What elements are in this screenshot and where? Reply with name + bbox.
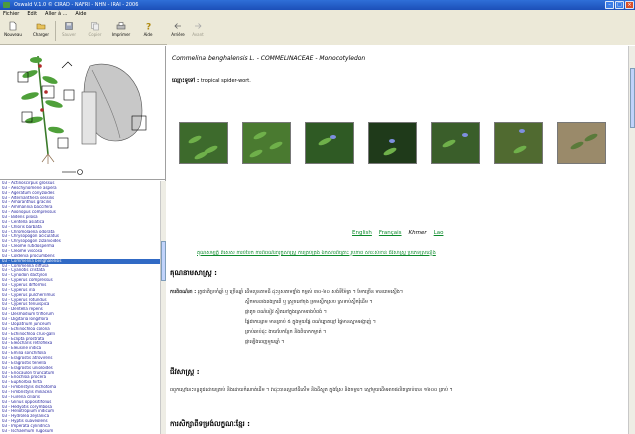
minimize-button[interactable]: – [605, 1, 614, 9]
language-links: English Français Khmer Lao [352, 230, 443, 236]
menu-edit[interactable]: Edit [27, 10, 37, 18]
section-heading: គុណនាមសាស្ត្រ : [170, 269, 217, 277]
window-title: Oswald V.1.0 © CIRAD - NAFRI - NHN - IRA… [14, 2, 139, 8]
forward-button[interactable]: Avant [187, 20, 209, 43]
new-file-icon [9, 21, 17, 31]
section-paragraph: ផ្លែជាកន្សោម មានគ្រាប់ ៥ ក្នុងមួយផ្លែ ពណ… [245, 320, 376, 325]
save-button[interactable]: Sauver [58, 20, 80, 43]
section-heading: ការសិក្សាពីទម្រង់លក្ខណៈខ្មែរ : [170, 420, 250, 428]
copy-button[interactable]: Copier [84, 20, 106, 43]
photo-thumbnail[interactable] [179, 122, 228, 164]
menu-file[interactable]: Fichier [3, 10, 19, 18]
common-name-value: tropical spider-wort. [200, 78, 251, 84]
plant-diagram[interactable] [0, 46, 166, 180]
photo-thumbnails [179, 122, 619, 166]
paragraph-text: រុក្ខជាតិប្រចាំឆ្នាំ ឬ ច្រើនឆ្នាំ ដើមលូន… [197, 290, 404, 295]
section-heading: ជីវសាស្ត្រ : [170, 368, 200, 376]
toolbar-separator [55, 21, 56, 41]
species-title: Commelina benghalensis L. - COMMELINACEA… [172, 55, 366, 62]
window-controls: – □ × [605, 1, 634, 9]
list-item[interactable]: 03 - Ischaemum rugosum [0, 429, 166, 434]
photo-thumbnail[interactable] [242, 122, 291, 164]
photo-thumbnail[interactable] [431, 122, 480, 164]
print-button[interactable]: Imprimer [110, 20, 132, 43]
help-icon: ? [146, 23, 151, 32]
section-paragraph: ផ្កាឡើងពេញមួយឆ្នាំ ។ [245, 340, 285, 345]
close-button[interactable]: × [625, 1, 634, 9]
open-folder-icon [36, 23, 46, 30]
app-icon [3, 2, 10, 8]
content-scrollbar[interactable] [628, 46, 635, 434]
section-paragraph: ផ្កាតូច ពណ៌ខៀវ ស្ថិតនៅក្នុងស្រោមរាងបំពង់… [245, 310, 327, 315]
species-list[interactable]: 03 - Actinoscirpus grossus 03 - Aeschynom… [0, 181, 166, 434]
svg-text:?: ? [146, 23, 151, 32]
back-button[interactable]: Arrière [167, 20, 189, 43]
common-name: ឈ្មោះទូទៅ : tropical spider-wort. [172, 77, 251, 85]
section-links[interactable]: គុណសម្បត្តិ ពិសេស ការបំបែក ការពិពណ៌នារុក… [197, 250, 617, 257]
section-paragraph: ការពិពណ៌នា : រុក្ខជាតិប្រចាំឆ្នាំ ឬ ច្រើ… [170, 288, 618, 298]
left-panel: 03 - Actinoscirpus grossus 03 - Aeschynom… [0, 46, 166, 434]
photo-thumbnail[interactable] [368, 122, 417, 164]
lang-current-khmer: Khmer [408, 230, 427, 236]
open-button[interactable]: Charger [30, 20, 52, 43]
plant-drawing-icon [17, 55, 147, 175]
help-button[interactable]: ? Aide [137, 20, 159, 43]
menu-help[interactable]: Aide [75, 10, 86, 18]
menu-bar: Fichier Edit Aller à ... Aide [0, 10, 635, 18]
paragraph-lead: ការពិពណ៌នា : [170, 290, 197, 295]
window-titlebar: Oswald V.1.0 © CIRAD - NAFRI - NHN - IRA… [0, 0, 635, 10]
arrow-right-icon [195, 23, 202, 29]
photo-thumbnail[interactable] [494, 122, 543, 164]
scrollbar-thumb[interactable] [630, 68, 635, 128]
arrow-left-icon [174, 23, 181, 29]
photo-thumbnail[interactable] [305, 122, 354, 164]
list-scrollbar[interactable] [160, 181, 166, 434]
section-paragraph: គ្រាប់ឆាប់ដុះ ងាយបែកខ្ញែក និងពិបាកកម្ចាត… [245, 330, 327, 335]
new-button[interactable]: Nouveau [2, 20, 24, 43]
photo-thumbnail[interactable] [557, 122, 606, 164]
navigation-bar: Arrière Avant [167, 18, 635, 45]
section-paragraph: ពពួកស្មៅនេះបន្តពូជដោយគ្រាប់ និងដោយកំណាត់… [170, 388, 453, 393]
save-icon [65, 22, 73, 30]
scrollbar-thumb[interactable] [161, 241, 166, 281]
common-name-label: ឈ្មោះទូទៅ : [172, 78, 200, 84]
menu-goto[interactable]: Aller à ... [45, 10, 67, 18]
print-icon [116, 22, 126, 30]
lang-link-french[interactable]: Français [379, 230, 402, 236]
maximize-button[interactable]: □ [615, 1, 624, 9]
copy-icon [91, 22, 99, 31]
species-content: Commelina benghalensis L. - COMMELINACEA… [167, 46, 628, 434]
lang-link-lao[interactable]: Lao [434, 230, 444, 236]
section-paragraph: ស្លឹកមានរាងពងក្រពើ ឬ ស្រួចនៅចុង ម្រាមស្ល… [245, 300, 373, 305]
lang-link-english[interactable]: English [352, 230, 372, 236]
